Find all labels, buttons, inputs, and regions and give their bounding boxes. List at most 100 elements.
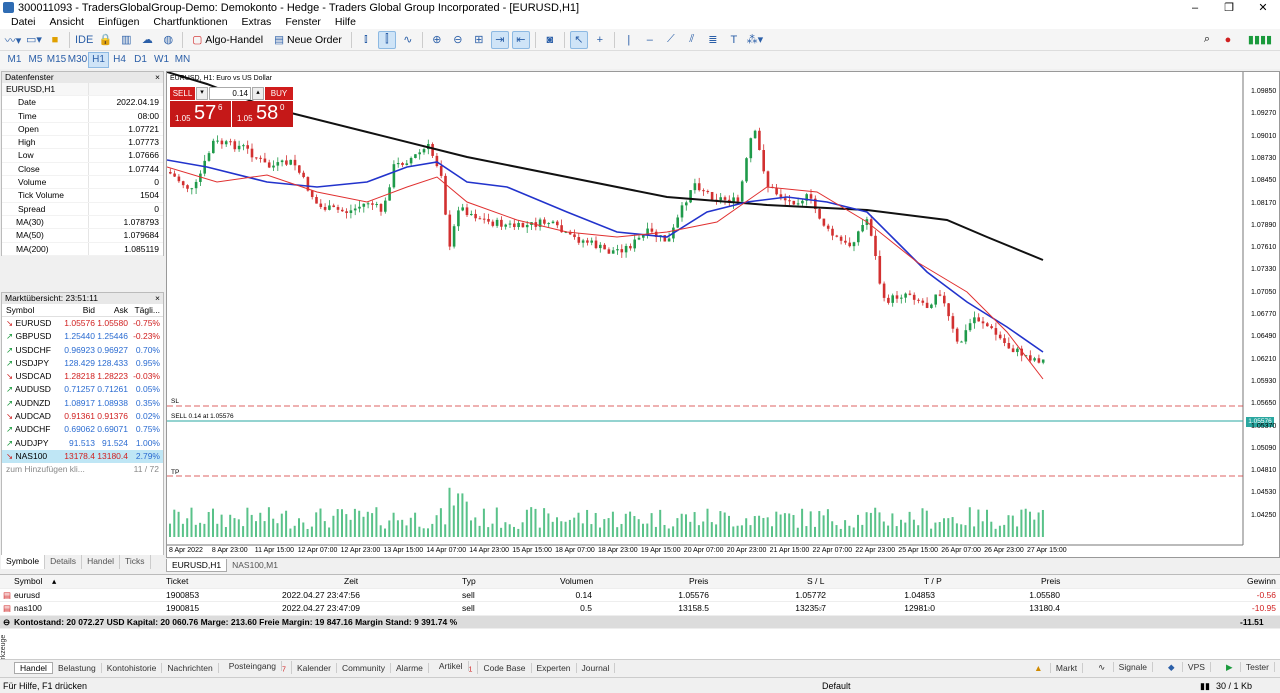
tf-mn[interactable]: MN <box>172 52 193 68</box>
chart-shift-icon[interactable]: ⇤ <box>511 30 530 49</box>
notifications-icon[interactable]: ● <box>1219 31 1237 49</box>
tf-m1[interactable]: M1 <box>4 52 25 68</box>
tf-w1[interactable]: W1 <box>151 52 172 68</box>
search-icon[interactable]: ⌕ <box>1198 31 1216 49</box>
col-type[interactable]: Typ <box>462 575 476 588</box>
signal-strength-icon[interactable]: ▮▮▮▮ <box>1240 31 1280 49</box>
bar-chart-icon[interactable]: ⫾ <box>357 31 375 49</box>
vps-button[interactable]: ◆ VPS <box>1158 662 1216 673</box>
tab-kontohistorie[interactable]: Kontohistorie <box>102 662 163 673</box>
trade-row[interactable]: ▤ eurusd 1900853 2022.04.27 23:47:56 sell 0.1… <box>0 589 1280 602</box>
ide-icon[interactable]: IDE <box>75 31 93 49</box>
sell-label[interactable]: SELL <box>170 87 195 100</box>
tab-ticks[interactable]: Ticks <box>120 555 151 569</box>
col-profit[interactable]: Gewinn <box>1247 575 1276 588</box>
lock-icon[interactable]: 🔒 <box>96 31 114 49</box>
channel-icon[interactable]: ⫽ <box>683 31 701 49</box>
close-button[interactable]: ✕ <box>1246 1 1280 14</box>
tf-d1[interactable]: D1 <box>130 52 151 68</box>
tab-posteingang[interactable]: Posteingang 7 <box>219 661 292 674</box>
col-price[interactable]: Preis <box>689 575 708 588</box>
crosshair-icon[interactable]: + <box>591 31 609 49</box>
close-icon[interactable]: × <box>155 293 160 304</box>
menu-einfuegen[interactable]: Einfügen <box>91 16 146 28</box>
close-icon[interactable]: × <box>155 72 160 83</box>
grid-icon[interactable]: ⊞ <box>470 31 488 49</box>
tab-handel[interactable]: Handel <box>82 555 120 569</box>
col-ask[interactable]: Ask <box>97 304 130 316</box>
tf-m30[interactable]: M30 <box>67 52 88 68</box>
zoom-in-icon[interactable]: ⊕ <box>428 31 446 49</box>
screenshot-icon[interactable]: ◙ <box>541 31 559 49</box>
cursor-icon[interactable]: ↖ <box>569 30 588 49</box>
remove-level-icon[interactable]: × <box>927 589 932 602</box>
tab-artikel[interactable]: Artikel 1 <box>429 661 479 674</box>
lot-up-icon[interactable]: ▴ <box>252 87 264 100</box>
col-time[interactable]: Zeit <box>344 575 358 588</box>
market-row[interactable]: ↗ AUDUSD 0.71257 0.71261 0.05% <box>2 383 163 396</box>
tf-h4[interactable]: H4 <box>109 52 130 68</box>
buy-label[interactable]: BUY <box>265 87 293 100</box>
tf-m5[interactable]: M5 <box>25 52 46 68</box>
market-row[interactable]: ↘ USDCAD 1.28218 1.28223 -0.03% <box>2 370 163 383</box>
sort-icon[interactable]: ▴ <box>52 575 56 588</box>
remove-level-icon[interactable]: × <box>818 589 823 602</box>
sell-button[interactable]: 1.05 57 6 <box>170 101 231 127</box>
tab-nachrichten[interactable]: Nachrichten <box>162 662 219 673</box>
signale-button[interactable]: ∿ Signale <box>1088 662 1158 673</box>
market-row[interactable]: ↗ USDCHF 0.96923 0.96927 0.70% <box>2 344 163 357</box>
remove-level-icon[interactable]: × <box>818 602 823 615</box>
market-row[interactable]: ↘ AUDCAD 0.91361 0.91376 0.02% <box>2 410 163 423</box>
line-chart-icon[interactable]: ∿ <box>399 31 417 49</box>
tab-handel[interactable]: Handel <box>14 661 53 674</box>
tab-journal[interactable]: Journal <box>577 662 616 673</box>
tf-h1[interactable]: H1 <box>88 52 109 68</box>
text-icon[interactable]: T <box>725 31 743 49</box>
tab-community[interactable]: Community <box>337 662 391 673</box>
tf-m15[interactable]: M15 <box>46 52 67 68</box>
chart-canvas[interactable] <box>167 72 1280 558</box>
col-bid[interactable]: Bid <box>52 304 97 316</box>
cloud-icon[interactable]: ☁ <box>138 31 156 49</box>
tab-alarme[interactable]: Alarme <box>391 662 429 673</box>
col-ticket[interactable]: Ticket <box>166 575 188 588</box>
lot-down-icon[interactable]: ▾ <box>196 87 208 100</box>
menu-ansicht[interactable]: Ansicht <box>43 16 91 28</box>
col-symbol[interactable]: Symbol <box>2 304 52 316</box>
tester-button[interactable]: ▶ Tester <box>1216 662 1280 673</box>
menu-hilfe[interactable]: Hilfe <box>328 16 363 28</box>
buy-button[interactable]: 1.05 58 0 <box>232 101 293 127</box>
market-row[interactable]: ↗ AUDJPY 91.513 91.524 1.00% <box>2 437 163 450</box>
globe-icon[interactable]: ◍ <box>159 31 177 49</box>
tab-experten[interactable]: Experten <box>532 662 577 673</box>
market-row[interactable]: ↗ AUDNZD 1.08917 1.08938 0.35% <box>2 397 163 410</box>
col-tp[interactable]: T / P <box>924 575 942 588</box>
vertical-line-icon[interactable]: | <box>620 31 638 49</box>
market-row[interactable]: ↗ AUDCHF 0.69062 0.69071 0.75% <box>2 423 163 436</box>
chart-type-icon[interactable]: 〰▾ <box>4 31 22 49</box>
price-chart[interactable]: EURUSD, H1: Euro vs US Dollar SELL ▾ 0.1… <box>166 71 1280 558</box>
menu-datei[interactable]: Datei <box>4 16 43 28</box>
chart-tab-eurusd[interactable]: EURUSD,H1 <box>166 559 228 572</box>
trade-row[interactable]: ▤ nas100 1900815 2022.04.27 23:47:09 sell 0.5… <box>0 602 1280 616</box>
remove-level-icon[interactable]: × <box>927 602 932 615</box>
autoscroll-icon[interactable]: ⇥ <box>490 30 509 49</box>
col-current-price[interactable]: Preis <box>1041 575 1060 588</box>
algo-trading-button[interactable]: ▢ Algo-Handel <box>188 31 267 49</box>
maximize-button[interactable]: ❐ <box>1212 1 1246 14</box>
markt-button[interactable]: ▲ Markt <box>1024 662 1088 673</box>
shapes-icon[interactable]: ⁂▾ <box>746 31 764 49</box>
template-icon[interactable]: ▭▾ <box>25 31 43 49</box>
signal-icon[interactable]: ▥ <box>117 31 135 49</box>
fibonacci-icon[interactable]: ≣ <box>704 31 722 49</box>
profiles-icon[interactable]: ■ <box>46 31 64 49</box>
candlestick-icon[interactable]: ⫿ <box>377 30 396 49</box>
col-daily[interactable]: Tägli... <box>130 304 163 316</box>
market-row[interactable]: ↘ EURUSD 1.05576 1.05580 -0.75% <box>2 317 163 330</box>
menu-chartfunktionen[interactable]: Chartfunktionen <box>146 16 234 28</box>
market-row[interactable]: ↘ NAS100 13178.4 13180.4 2.79% <box>2 449 163 464</box>
col-symbol[interactable]: Symbol <box>14 575 42 588</box>
new-order-button[interactable]: ▤ Neue Order <box>270 31 346 49</box>
minimize-button[interactable]: – <box>1178 2 1212 14</box>
add-symbol-row[interactable]: zum Hinzufügen kli... 11 / 72 <box>2 463 163 476</box>
